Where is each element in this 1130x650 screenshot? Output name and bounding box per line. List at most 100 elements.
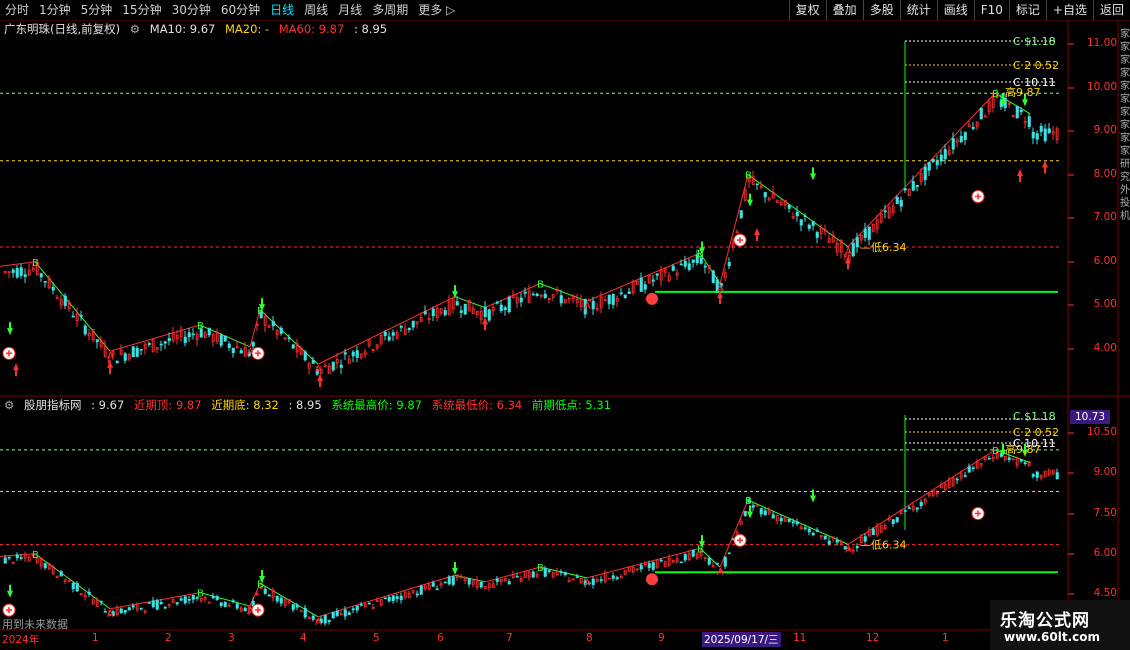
- candle-body-sub: [71, 582, 75, 590]
- candle-body: [227, 343, 231, 348]
- candle-body: [239, 350, 243, 354]
- candle-body-sub: [183, 596, 187, 604]
- candle-body-sub: [771, 514, 775, 519]
- candle-body: [287, 337, 291, 340]
- candle-body: [23, 274, 27, 277]
- candle-body: [883, 210, 887, 213]
- candle-body: [399, 325, 403, 328]
- candle-body-sub: [803, 527, 807, 530]
- x-axis-label: 4: [300, 632, 307, 644]
- candle-body: [519, 297, 523, 303]
- candle-body-sub: [495, 578, 499, 582]
- candle-body-sub: [179, 598, 183, 601]
- sub-y-tick: 7.50: [1093, 507, 1117, 519]
- candle-body-sub: [327, 619, 331, 622]
- candle-body-sub: [1055, 472, 1059, 480]
- right-side-text: 家家家家家家家家家家研究外投机: [1120, 29, 1130, 222]
- candle-body-sub: [267, 594, 271, 597]
- candle-body: [559, 295, 563, 304]
- candle-body-sub: [151, 600, 155, 608]
- candle-body: [963, 132, 967, 140]
- x-axis-label: 3: [228, 632, 235, 644]
- candle-body: [523, 291, 527, 294]
- buy-label-sub: B: [697, 544, 704, 555]
- candle-body-sub: [87, 591, 91, 595]
- candle-body-sub: [891, 519, 895, 524]
- candle-body-sub: [763, 510, 767, 516]
- candle-body: [39, 273, 43, 278]
- candle-body-sub: [159, 602, 163, 605]
- low-label: —低6.34: [860, 241, 907, 254]
- candle-body: [63, 295, 67, 306]
- buy-label: B: [197, 321, 204, 332]
- candle-body: [811, 221, 815, 226]
- candle-body-sub: [659, 559, 663, 562]
- candle-body-sub: [915, 507, 919, 510]
- candle-body: [19, 267, 23, 276]
- candle-body-sub: [391, 595, 395, 601]
- candle-body-sub: [139, 607, 143, 610]
- candle-body-sub: [187, 599, 191, 601]
- candle-body: [915, 185, 919, 187]
- candle-body-sub: [903, 510, 907, 512]
- candle-body: [487, 309, 491, 321]
- main-y-tick: 10.00: [1086, 81, 1117, 93]
- candle-body: [223, 335, 227, 342]
- candle-body-sub: [743, 510, 747, 516]
- candle-body-sub: [543, 567, 547, 577]
- candle-body: [51, 286, 55, 291]
- x-axis-label: 9: [658, 632, 665, 644]
- candle-body-sub: [451, 576, 455, 585]
- candle-body-sub: [815, 529, 819, 532]
- candle-body-sub: [855, 546, 859, 549]
- candle-body-sub: [467, 578, 471, 585]
- candle-body: [1027, 116, 1031, 127]
- zigzag-segment: [539, 283, 588, 302]
- candle-body-sub: [231, 600, 235, 602]
- candle-body-sub: [807, 528, 811, 533]
- candle-body: [971, 126, 975, 129]
- candle-body: [131, 346, 135, 358]
- candle-body-sub: [871, 528, 875, 535]
- x-axis-label: 5: [373, 632, 380, 644]
- candle-body-sub: [431, 582, 435, 587]
- sub-y-tick: 10.50: [1086, 426, 1117, 438]
- candle-body: [655, 273, 659, 276]
- target-label-c1: C $1.18: [1013, 35, 1056, 48]
- candle-body-sub: [963, 475, 967, 477]
- logo-name: 乐淘公式网: [1000, 611, 1090, 631]
- candle-body: [755, 183, 759, 186]
- candle-body: [543, 293, 547, 298]
- main-y-tick: 7.00: [1093, 211, 1117, 223]
- x-axis-label: 11: [793, 632, 807, 644]
- candle-body: [895, 196, 899, 204]
- candle-body: [787, 204, 791, 209]
- candle-body-sub: [387, 596, 391, 602]
- sell-label-sub: A: [584, 578, 591, 589]
- candle-body: [979, 107, 983, 119]
- candle-body-sub: [351, 608, 355, 611]
- candle-body-sub: [707, 558, 711, 565]
- sub-y-tick: 6.00: [1093, 547, 1117, 559]
- candle-body: [183, 336, 187, 343]
- up-arrow-icon: [317, 373, 323, 387]
- candle-body: [331, 361, 335, 371]
- candle-body: [619, 292, 623, 295]
- candle-body-sub: [447, 576, 451, 585]
- x-axis-label: 1: [92, 632, 99, 644]
- candle-body-sub: [175, 602, 179, 605]
- candle-body-sub: [359, 603, 363, 606]
- buy-label: B: [32, 258, 39, 269]
- zigzag-segment: [34, 261, 111, 352]
- candle-body: [407, 327, 411, 331]
- watermark-logo: 乐淘公式网 www.60lt.com: [990, 600, 1130, 650]
- candle-body-sub: [559, 571, 563, 573]
- buy-label-sub: B: [197, 589, 204, 600]
- kline-chart[interactable]: C $1.18C 2 0.52C 10.11C $1.18C 2 0.52C 1…: [0, 0, 1130, 650]
- candle-body-sub: [191, 594, 195, 600]
- candle-body: [903, 188, 907, 191]
- zigzag-segment: [586, 252, 701, 302]
- candle-body-sub: [291, 604, 295, 610]
- candle-body-sub: [599, 579, 603, 581]
- candle-body-sub: [647, 563, 651, 568]
